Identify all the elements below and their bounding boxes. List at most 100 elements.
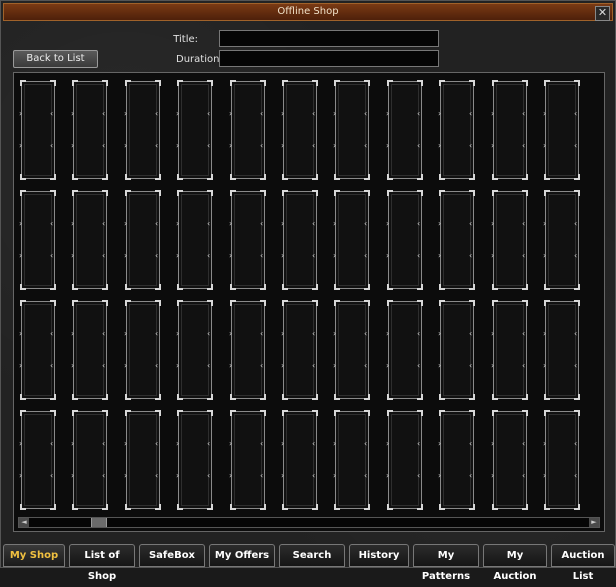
shop-slot[interactable]: › ‹ › ‹ — [491, 410, 528, 510]
shop-slot[interactable]: › ‹ › ‹ — [281, 300, 318, 400]
slot-corner-ornament — [102, 284, 108, 290]
shop-slot[interactable]: › ‹ › ‹ — [124, 80, 161, 180]
shop-slot[interactable]: › ‹ › ‹ — [281, 190, 318, 290]
slot-corner-ornament — [492, 174, 498, 180]
shop-slot[interactable]: › ‹ › ‹ — [333, 190, 370, 290]
shop-slot[interactable]: › ‹ › ‹ — [491, 190, 528, 290]
slot-edge-ornament: › — [19, 251, 23, 260]
slot-corner-ornament — [260, 504, 266, 510]
slot-corner-ornament — [574, 410, 580, 416]
shop-slot[interactable]: › ‹ › ‹ — [229, 300, 266, 400]
shop-slot[interactable]: › ‹ › ‹ — [281, 410, 318, 510]
slot-corner-ornament — [492, 504, 498, 510]
shop-slot[interactable]: › ‹ › ‹ — [19, 300, 56, 400]
slot-edge-ornament: › — [333, 219, 337, 228]
slot-edge-ornament: › — [491, 361, 495, 370]
tab-list-of-shop[interactable]: List of Shop — [69, 544, 135, 582]
shop-slot[interactable]: › ‹ › ‹ — [71, 300, 108, 400]
slot-edge-ornament: › — [281, 109, 285, 118]
slot-corner-ornament — [260, 174, 266, 180]
slot-corner-ornament — [522, 190, 528, 196]
shop-slot[interactable]: › ‹ › ‹ — [176, 190, 213, 290]
shop-slot[interactable]: › ‹ › ‹ — [124, 190, 161, 290]
slot-edge-ornament: › — [71, 251, 75, 260]
shop-slot[interactable]: › ‹ › ‹ — [19, 190, 56, 290]
shop-slot[interactable]: › ‹ › ‹ — [229, 410, 266, 510]
slot-edge-ornament: › — [19, 471, 23, 480]
shop-slot[interactable]: › ‹ › ‹ — [438, 190, 475, 290]
shop-slot[interactable]: › ‹ › ‹ — [543, 300, 580, 400]
slot-corner-ornament — [387, 504, 393, 510]
shop-slot[interactable]: › ‹ › ‹ — [333, 410, 370, 510]
back-to-list-button[interactable]: Back to List — [13, 50, 98, 68]
tab-my-patterns[interactable]: My Patterns — [413, 544, 479, 582]
title-input[interactable] — [219, 30, 439, 47]
slot-corner-ornament — [334, 284, 340, 290]
slot-corner-ornament — [469, 174, 475, 180]
slot-edge-ornament: › — [543, 141, 547, 150]
slot-corner-ornament — [544, 300, 550, 306]
slot-edge-ornament: ‹ — [522, 329, 526, 338]
horizontal-scrollbar[interactable]: ◄ ► — [18, 517, 600, 528]
shop-slot[interactable]: › ‹ › ‹ — [71, 410, 108, 510]
slot-edge-ornament: ‹ — [260, 251, 264, 260]
shop-slot[interactable]: › ‹ › ‹ — [438, 80, 475, 180]
slot-corner-ornament — [574, 174, 580, 180]
duration-input[interactable] — [219, 50, 439, 67]
shop-slot[interactable]: › ‹ › ‹ — [176, 300, 213, 400]
slot-corner-ornament — [282, 190, 288, 196]
shop-slot[interactable]: › ‹ › ‹ — [281, 80, 318, 180]
shop-slot[interactable]: › ‹ › ‹ — [543, 190, 580, 290]
title-bar[interactable]: Offline Shop ✕ — [3, 3, 613, 21]
shop-slot[interactable]: › ‹ › ‹ — [19, 410, 56, 510]
slot-corner-ornament — [439, 394, 445, 400]
shop-slot[interactable]: › ‹ › ‹ — [124, 300, 161, 400]
slot-edge-ornament: › — [124, 439, 128, 448]
slot-edge-ornament: ‹ — [102, 439, 106, 448]
scrollbar-thumb[interactable] — [91, 518, 107, 527]
shop-slot[interactable]: › ‹ › ‹ — [19, 80, 56, 180]
shop-slot[interactable]: › ‹ › ‹ — [491, 300, 528, 400]
shop-slot[interactable]: › ‹ › ‹ — [543, 80, 580, 180]
tab-my-offers[interactable]: My Offers — [209, 544, 275, 567]
slot-edge-ornament: ‹ — [102, 329, 106, 338]
shop-slot[interactable]: › ‹ › ‹ — [543, 410, 580, 510]
shop-slot[interactable]: › ‹ › ‹ — [176, 80, 213, 180]
slot-corner-ornament — [492, 284, 498, 290]
shop-slot[interactable]: › ‹ › ‹ — [491, 80, 528, 180]
slot-edge-ornament: ‹ — [312, 219, 316, 228]
title-label: Title: — [173, 34, 198, 45]
tab-safebox[interactable]: SafeBox — [139, 544, 205, 567]
shop-slot[interactable]: › ‹ › ‹ — [386, 410, 423, 510]
shop-slot[interactable]: › ‹ › ‹ — [229, 190, 266, 290]
tab-my-auction[interactable]: My Auction — [483, 544, 547, 582]
tab-auction-list[interactable]: Auction List — [551, 544, 615, 582]
shop-slot[interactable]: › ‹ › ‹ — [229, 80, 266, 180]
shop-slot[interactable]: › ‹ › ‹ — [176, 410, 213, 510]
slot-corner-ornament — [260, 410, 266, 416]
close-button[interactable]: ✕ — [595, 6, 610, 21]
scroll-right-arrow-icon[interactable]: ► — [589, 518, 599, 527]
slot-edge-ornament: › — [491, 141, 495, 150]
shop-slot[interactable]: › ‹ › ‹ — [71, 80, 108, 180]
tab-history[interactable]: History — [349, 544, 409, 567]
slot-edge-ornament: ‹ — [260, 141, 264, 150]
shop-slot[interactable]: › ‹ › ‹ — [438, 410, 475, 510]
tab-search[interactable]: Search — [279, 544, 345, 567]
shop-slot[interactable]: › ‹ › ‹ — [386, 80, 423, 180]
shop-slot[interactable]: › ‹ › ‹ — [386, 190, 423, 290]
tab-my-shop[interactable]: My Shop — [3, 544, 65, 567]
slot-corner-ornament — [574, 394, 580, 400]
shop-slot[interactable]: › ‹ › ‹ — [438, 300, 475, 400]
slot-corner-ornament — [207, 284, 213, 290]
slot-edge-ornament: ‹ — [417, 361, 421, 370]
shop-slot[interactable]: › ‹ › ‹ — [386, 300, 423, 400]
shop-slot[interactable]: › ‹ › ‹ — [71, 190, 108, 290]
slot-corner-ornament — [439, 284, 445, 290]
shop-slot[interactable]: › ‹ › ‹ — [124, 410, 161, 510]
scroll-left-arrow-icon[interactable]: ◄ — [19, 518, 29, 527]
slot-corner-ornament — [574, 190, 580, 196]
slot-corner-ornament — [417, 174, 423, 180]
shop-slot[interactable]: › ‹ › ‹ — [333, 80, 370, 180]
shop-slot[interactable]: › ‹ › ‹ — [333, 300, 370, 400]
